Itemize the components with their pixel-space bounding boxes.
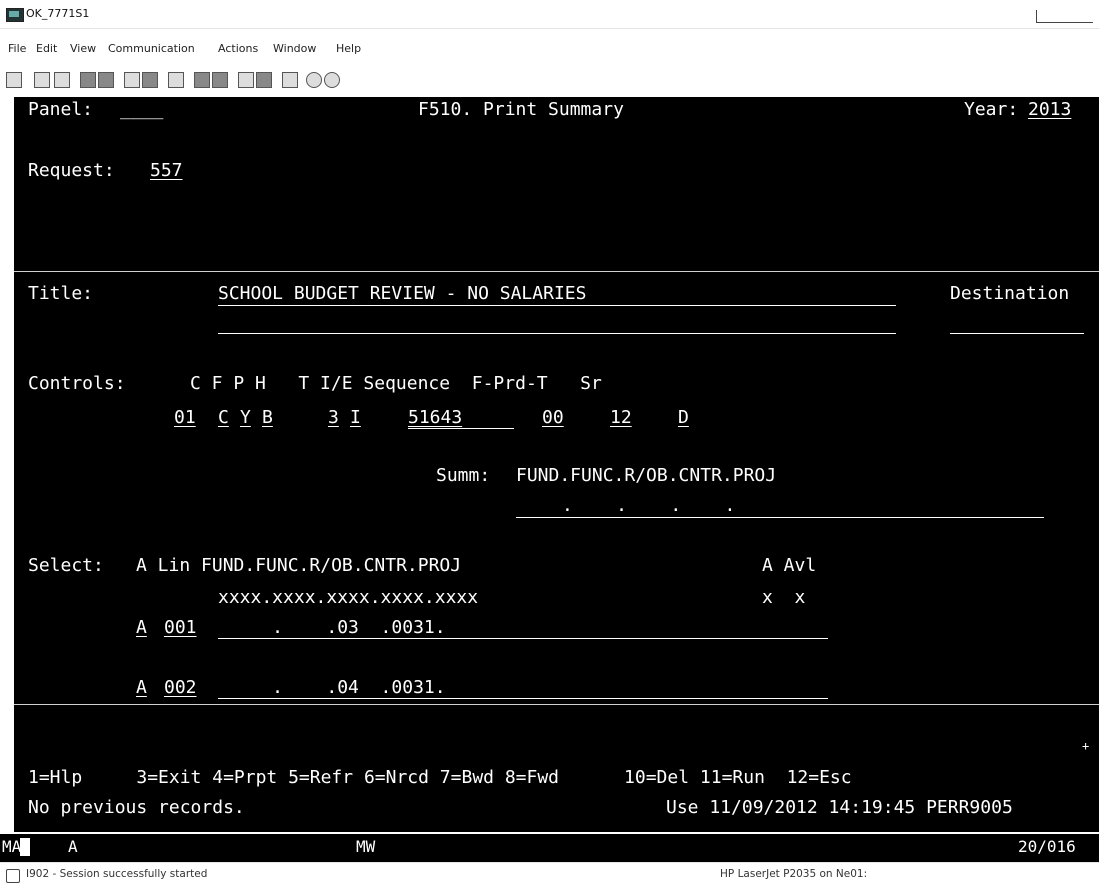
title-input[interactable]: SCHOOL BUDGET REVIEW - NO SALARIES xyxy=(218,283,586,305)
info-line: Use 11/09/2012 14:19:45 PERR9005 xyxy=(666,797,1013,818)
session-status-icon xyxy=(6,869,20,883)
title-underline xyxy=(218,305,896,306)
macro-record-icon[interactable] xyxy=(194,72,210,88)
chart-icon[interactable] xyxy=(168,72,184,88)
globe-icon[interactable] xyxy=(306,72,322,88)
terminal-screen[interactable]: Panel: ____ F510. Print Summary Year: 20… xyxy=(14,97,1099,832)
status-bar: I902 - Session successfully started HP L… xyxy=(0,862,1099,887)
transfer-send-icon[interactable] xyxy=(238,72,254,88)
oia-a: A xyxy=(68,837,78,856)
display-icon[interactable] xyxy=(124,72,140,88)
select-label: Select: xyxy=(28,555,104,576)
destination-label: Destination xyxy=(950,283,1070,304)
select-mask-right: x x xyxy=(762,587,806,608)
destination-input[interactable] xyxy=(950,333,1084,334)
oia-mw: MW xyxy=(356,837,376,856)
select-mask: xxxx.xxxx.xxxx.xxxx.xxxx xyxy=(218,587,479,608)
select-header-right: A Avl xyxy=(762,555,817,576)
footer-divider xyxy=(14,704,1099,705)
t-prd-input[interactable]: 12 xyxy=(610,407,632,429)
oia-ma: MA xyxy=(2,837,22,856)
menu-help[interactable]: Help xyxy=(336,42,361,55)
select-a-001[interactable]: A xyxy=(136,617,147,639)
title-bar: OK_7771S1 xyxy=(0,0,1099,29)
sr-input[interactable]: D xyxy=(678,407,689,429)
menu-communication[interactable]: Communication xyxy=(108,42,195,55)
controls-header: C F P H T I/E Sequence F-Prd-T Sr xyxy=(190,373,602,394)
menu-edit[interactable]: Edit xyxy=(36,42,57,55)
year-label: Year: xyxy=(964,99,1019,120)
control-h-input[interactable]: B xyxy=(262,407,273,429)
control-f-input[interactable]: C xyxy=(218,407,229,429)
summ-dots: . . . . xyxy=(562,495,736,516)
panel-label: Panel: xyxy=(28,99,94,120)
panel-input[interactable]: ____ xyxy=(120,99,163,121)
control-p-input[interactable]: Y xyxy=(240,407,251,429)
select-header: A Lin FUND.FUNC.R/OB.CNTR.PROJ xyxy=(136,555,462,576)
control-ie-input[interactable]: I xyxy=(350,407,361,429)
select-fields-001[interactable]: . .03 .0031. xyxy=(218,617,445,639)
cursor-position: 20/016 xyxy=(1018,837,1076,856)
request-input[interactable]: 557 xyxy=(150,160,183,182)
print-icon[interactable] xyxy=(6,72,22,88)
transfer-receive-icon[interactable] xyxy=(256,72,272,88)
summ-input[interactable] xyxy=(516,517,1044,518)
link-icon[interactable] xyxy=(324,72,340,88)
menu-view[interactable]: View xyxy=(70,42,96,55)
message-line: No previous records. xyxy=(28,797,245,818)
year-input[interactable]: 2013 xyxy=(1028,99,1071,121)
exit-icon[interactable] xyxy=(282,72,298,88)
select-fields-002[interactable]: . .04 .0031. xyxy=(218,677,445,699)
f-prd-input[interactable]: 00 xyxy=(542,407,564,429)
macro-play-icon[interactable] xyxy=(212,72,228,88)
controls-label: Controls: xyxy=(28,373,126,394)
receive-icon[interactable] xyxy=(98,72,114,88)
terminal-app-icon xyxy=(6,8,24,22)
toolbar xyxy=(0,72,1099,90)
select-lin-001: 001 xyxy=(164,617,197,638)
window-title: OK_7771S1 xyxy=(26,7,90,20)
keyboard-icon[interactable] xyxy=(142,72,158,88)
sequence-underline xyxy=(408,428,514,429)
text-cursor xyxy=(20,838,30,856)
menu-actions[interactable]: Actions xyxy=(218,42,258,55)
title-input-line-2[interactable] xyxy=(218,333,896,334)
more-indicator: + xyxy=(1082,739,1090,753)
select-lin-002: 002 xyxy=(164,677,197,698)
oia-separator xyxy=(0,832,1099,834)
request-label: Request: xyxy=(28,160,115,181)
select-underline-002 xyxy=(218,698,828,699)
menu-file[interactable]: File xyxy=(8,42,26,55)
window-controls[interactable] xyxy=(1036,10,1093,23)
oia-bar: MA A MW 20/016 xyxy=(0,832,1099,862)
copy-icon[interactable] xyxy=(34,72,50,88)
control-c-input[interactable]: 01 xyxy=(174,407,196,429)
section-divider xyxy=(14,271,1099,272)
sequence-input[interactable]: 51643 xyxy=(408,407,462,429)
title-label: Title: xyxy=(28,283,94,304)
menu-window[interactable]: Window xyxy=(273,42,316,55)
select-underline-001 xyxy=(218,638,828,639)
printer-status: HP LaserJet P2035 on Ne01: xyxy=(720,868,868,880)
function-keys[interactable]: 1=Hlp 3=Exit 4=Prpt 5=Refr 6=Nrcd 7=Bwd … xyxy=(28,767,852,789)
summ-label: Summ: xyxy=(436,465,491,486)
status-message: I902 - Session successfully started xyxy=(26,868,208,880)
control-t-input[interactable]: 3 xyxy=(328,407,339,429)
send-icon[interactable] xyxy=(80,72,96,88)
summ-header: FUND.FUNC.R/OB.CNTR.PROJ xyxy=(516,465,777,486)
screen-title: F510. Print Summary xyxy=(418,99,624,120)
select-a-002[interactable]: A xyxy=(136,677,147,699)
paste-icon[interactable] xyxy=(54,72,70,88)
